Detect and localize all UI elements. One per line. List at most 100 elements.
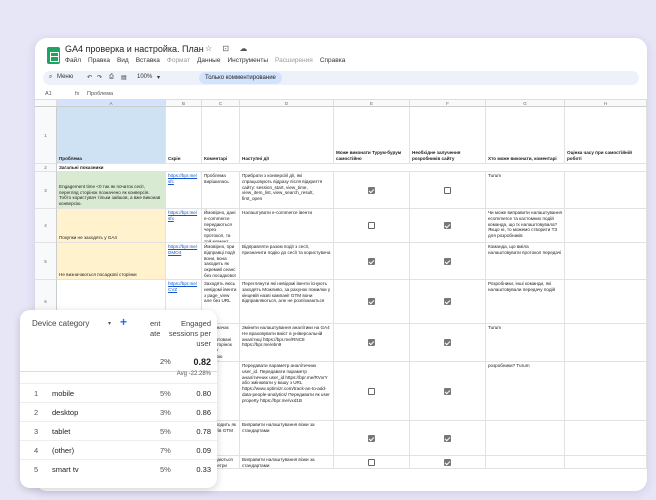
row-number[interactable]: 2 [35, 164, 57, 172]
section-title: Загальні показники [57, 164, 647, 172]
table-row[interactable]: 2 desktop 3% 0.86 [20, 402, 217, 421]
table-row[interactable]: 1 mobile 5% 0.80 [20, 383, 217, 402]
redo-icon[interactable]: ↷ [97, 74, 102, 81]
table-cell: Розробники, інші команди, які налаштовув… [486, 280, 565, 324]
search-icon[interactable]: ⌕ [49, 74, 52, 81]
zoom-select[interactable]: 100% [137, 74, 152, 80]
menu-item[interactable]: Правка [88, 57, 110, 64]
column-header-e[interactable]: E [334, 100, 410, 107]
column-header-h[interactable]: H [565, 100, 647, 107]
table-cell: Ймовірно, дані e-commerce передаються че… [202, 209, 240, 243]
checkbox[interactable] [368, 222, 375, 229]
row-number[interactable]: 5 [35, 243, 57, 280]
column-header-f[interactable]: F [410, 100, 486, 107]
checkbox[interactable] [368, 257, 375, 265]
cell-text: Проблема вирішилась [204, 173, 229, 184]
menu-item[interactable]: Справка [320, 57, 346, 64]
undo-icon[interactable]: ↶ [87, 74, 92, 81]
checkbox[interactable] [444, 387, 451, 395]
menu-item[interactable]: Инструменты [227, 57, 268, 64]
table-row[interactable]: 3 tablet 5% 0.78 [20, 421, 217, 440]
checkbox[interactable] [444, 434, 451, 442]
menu-item[interactable]: Вид [117, 57, 129, 64]
checkbox[interactable] [444, 222, 451, 229]
table-cell [334, 456, 410, 469]
checkbox[interactable] [444, 257, 451, 265]
table-cell: Виправити налаштування візки за стандарт… [240, 421, 334, 456]
table-cell: Передавати параметр аналітичних user_id.… [240, 362, 334, 421]
table-cell: Команда, що вміла налаштовувати протокол… [486, 243, 565, 280]
cell-text: Виправити налаштування візки за стандарт… [242, 422, 315, 433]
column-header-line1: ent [150, 319, 161, 328]
column-header-c[interactable]: C [202, 100, 240, 107]
menu-item[interactable]: Расширения [275, 57, 313, 64]
table-row[interactable]: 4 (other) 7% 0.09 [20, 440, 217, 459]
cell-text: https://bpr.me/DMO4 [168, 244, 198, 255]
cell-text: Чи може виправити налаштування ecommerce… [488, 210, 562, 239]
dimension-label[interactable]: Device category [32, 319, 89, 328]
menu-item[interactable]: Вставка [136, 57, 160, 64]
cell-text: Покупки не заходять у GA4 [59, 235, 117, 241]
checkbox[interactable] [368, 339, 375, 346]
table-cell[interactable]: https://bpr.me/DMO4 [166, 243, 202, 280]
star-move-cloud-icons[interactable]: ☆ ⊡ ☁ [205, 44, 251, 53]
checkbox[interactable] [444, 186, 451, 194]
row-number[interactable]: 3 [35, 172, 57, 209]
cell-text: Ймовірно, дані e-commerce передаються че… [204, 210, 236, 243]
checkbox[interactable] [368, 186, 375, 194]
header-text: Проблема [59, 156, 82, 162]
table-row[interactable]: 5 smart tv 5% 0.33 [20, 459, 217, 478]
column-header-g[interactable]: G [486, 100, 565, 107]
document-title[interactable]: GA4 проверка и настройка. План [65, 44, 204, 54]
formula-input[interactable]: Проблема [87, 91, 113, 97]
table-cell [410, 421, 486, 456]
checkbox[interactable] [444, 298, 451, 305]
menu-item[interactable]: Файл [65, 57, 81, 64]
cell-reference[interactable]: A1 [45, 91, 52, 97]
checkbox[interactable] [368, 387, 375, 395]
add-dimension-icon[interactable]: + [120, 315, 127, 329]
menu-item[interactable]: Данные [197, 57, 220, 64]
paint-format-icon[interactable]: ▤ [121, 74, 127, 81]
cell-text: Заходять якісь невідомі івенти з page_vi… [204, 281, 237, 304]
header-cell-d: Наступні дії [240, 107, 334, 164]
table-cell [565, 209, 647, 243]
table-cell [565, 172, 647, 209]
table-cell[interactable]: https://bpr.me/sfc [166, 172, 202, 209]
toolbar: ⌕ Меню ↶ ↷ ⎙ ▤ 100% ▾ Только комментиров… [43, 71, 639, 85]
comment-only-mode-chip[interactable]: Только комментирование [199, 72, 282, 84]
table-cell [565, 280, 647, 324]
menu-item[interactable]: Формат [167, 57, 190, 64]
checkbox[interactable] [368, 434, 375, 442]
row-number[interactable]: 1 [35, 107, 57, 164]
device-label: desktop [52, 408, 79, 417]
table-cell: Переглянути які невідомі івенти існують … [240, 280, 334, 324]
print-icon[interactable]: ⎙ [109, 74, 114, 81]
total-value: 0.82 [193, 357, 211, 367]
chevron-down-icon[interactable]: ▾ [108, 320, 111, 327]
cell-text: https://bpr.me/sfx [168, 210, 198, 221]
cell-text: Не визначаються посадкові сторінки [59, 272, 137, 278]
table-cell [334, 172, 410, 209]
device-label: smart tv [52, 465, 79, 474]
header-text: Може виконати Турум-бурум самостійно [336, 150, 402, 162]
corner-cell[interactable] [35, 100, 57, 107]
checkbox[interactable] [444, 458, 451, 466]
engaged-sessions-header[interactable]: Engaged sessions per user [161, 319, 211, 349]
formula-bar: A1 fx Проблема [35, 88, 647, 100]
menu-search-label[interactable]: Меню [57, 74, 73, 80]
table-cell[interactable]: https://bpr.me/sfx [166, 209, 202, 243]
checkbox[interactable] [368, 298, 375, 305]
header-cell-a: Проблема [57, 107, 166, 164]
row-number[interactable]: 4 [35, 209, 57, 243]
column-header-d[interactable]: D [240, 100, 334, 107]
column-header: ent ate [150, 319, 160, 339]
column-header-a[interactable]: A [57, 100, 166, 107]
table-cell: Прибрати з конверсій дії, які спрацьовую… [240, 172, 334, 209]
cell-text: https://bpr.me/CVZ [168, 281, 198, 292]
header-text: Коментарі [204, 156, 228, 162]
checkbox[interactable] [444, 339, 451, 346]
checkbox[interactable] [368, 458, 375, 466]
column-header-b[interactable]: B [166, 100, 202, 107]
table-cell: Turum [486, 324, 565, 362]
